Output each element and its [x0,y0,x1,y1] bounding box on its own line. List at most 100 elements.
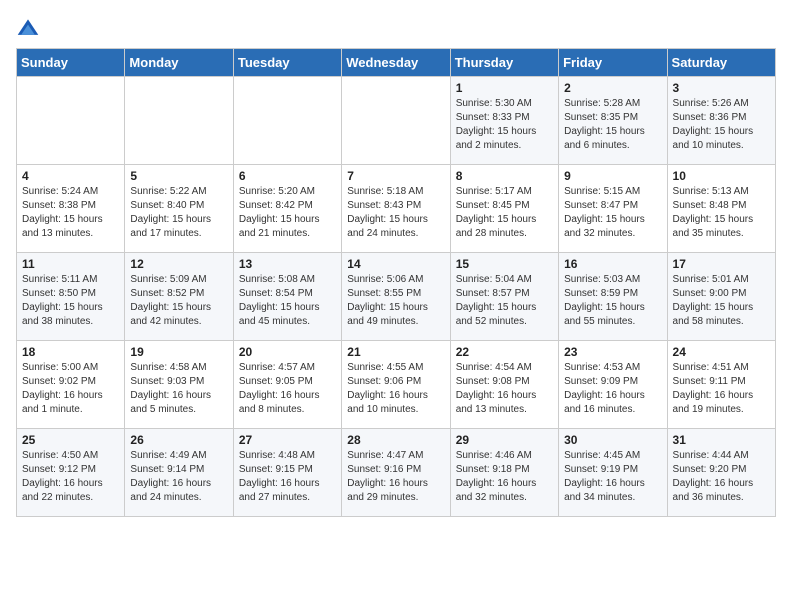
day-number: 23 [564,345,661,359]
day-number: 16 [564,257,661,271]
day-info: Sunrise: 4:57 AM Sunset: 9:05 PM Dayligh… [239,361,336,417]
calendar-cell: 14 Sunrise: 5:06 AM Sunset: 8:55 PM Dayli… [342,253,450,341]
day-info: Sunrise: 5:09 AM Sunset: 8:52 PM Dayligh… [130,273,227,329]
calendar-cell: 8Sunrise: 5:17 AM Sunset: 8:45 PM Daylig… [450,165,558,253]
calendar-cell: 23 Sunrise: 4:53 AM Sunset: 9:09 PM Dayli… [559,341,667,429]
weekday-header-saturday: Saturday [667,49,775,77]
weekday-header-monday: Monday [125,49,233,77]
day-number: 10 [673,169,770,183]
calendar-cell: 19 Sunrise: 4:58 AM Sunset: 9:03 PM Dayli… [125,341,233,429]
week-row-3: 11 Sunrise: 5:11 AM Sunset: 8:50 PM Dayli… [17,253,776,341]
week-row-2: 4 Sunrise: 5:24 AM Sunset: 8:38 PM Daylig… [17,165,776,253]
page-header [16,16,776,40]
calendar-cell: 24 Sunrise: 4:51 AM Sunset: 9:11 PM Dayli… [667,341,775,429]
calendar-cell: 5 Sunrise: 5:22 AM Sunset: 8:40 PM Daylig… [125,165,233,253]
day-info: Sunrise: 5:04 AM Sunset: 8:57 PM Dayligh… [456,273,553,329]
day-info: Sunrise: 5:03 AM Sunset: 8:59 PM Dayligh… [564,273,661,329]
day-info: Sunrise: 5:28 AM Sunset: 8:35 PM Dayligh… [564,97,661,153]
day-info: Sunrise: 5:22 AM Sunset: 8:40 PM Dayligh… [130,185,227,241]
calendar-cell: 11 Sunrise: 5:11 AM Sunset: 8:50 PM Dayli… [17,253,125,341]
calendar-cell: 4 Sunrise: 5:24 AM Sunset: 8:38 PM Daylig… [17,165,125,253]
day-info: Sunrise: 4:55 AM Sunset: 9:06 PM Dayligh… [347,361,444,417]
day-info: Sunrise: 5:06 AM Sunset: 8:55 PM Dayligh… [347,273,444,329]
calendar-cell: 28 Sunrise: 4:47 AM Sunset: 9:16 PM Dayli… [342,429,450,517]
calendar-cell [125,77,233,165]
day-info: Sunrise: 5:11 AM Sunset: 8:50 PM Dayligh… [22,273,119,329]
day-info: Sunrise: 4:45 AM Sunset: 9:19 PM Dayligh… [564,449,661,505]
calendar-cell: 25Sunrise: 4:50 AM Sunset: 9:12 PM Dayli… [17,429,125,517]
day-info: Sunrise: 4:51 AM Sunset: 9:11 PM Dayligh… [673,361,770,417]
day-number: 2 [564,81,661,95]
day-info: Sunrise: 4:49 AM Sunset: 9:14 PM Dayligh… [130,449,227,505]
logo-icon [16,16,40,40]
day-number: 4 [22,169,119,183]
calendar-cell: 6Sunrise: 5:20 AM Sunset: 8:42 PM Daylig… [233,165,341,253]
calendar-cell: 3Sunrise: 5:26 AM Sunset: 8:36 PM Daylig… [667,77,775,165]
day-number: 24 [673,345,770,359]
day-number: 11 [22,257,119,271]
calendar-cell: 27 Sunrise: 4:48 AM Sunset: 9:15 PM Dayli… [233,429,341,517]
calendar-cell: 17 Sunrise: 5:01 AM Sunset: 9:00 PM Dayli… [667,253,775,341]
calendar-cell: 10 Sunrise: 5:13 AM Sunset: 8:48 PM Dayli… [667,165,775,253]
day-number: 22 [456,345,553,359]
day-info: Sunrise: 4:48 AM Sunset: 9:15 PM Dayligh… [239,449,336,505]
day-number: 19 [130,345,227,359]
day-info: Sunrise: 5:00 AM Sunset: 9:02 PM Dayligh… [22,361,119,417]
day-number: 3 [673,81,770,95]
calendar-cell: 7 Sunrise: 5:18 AM Sunset: 8:43 PM Daylig… [342,165,450,253]
day-number: 8 [456,169,553,183]
calendar-cell [17,77,125,165]
day-number: 15 [456,257,553,271]
day-info: Sunrise: 5:30 AM Sunset: 8:33 PM Dayligh… [456,97,553,153]
day-number: 12 [130,257,227,271]
day-number: 28 [347,433,444,447]
day-number: 26 [130,433,227,447]
day-number: 17 [673,257,770,271]
weekday-header-wednesday: Wednesday [342,49,450,77]
day-number: 13 [239,257,336,271]
weekday-header-row: SundayMondayTuesdayWednesdayThursdayFrid… [17,49,776,77]
day-info: Sunrise: 5:01 AM Sunset: 9:00 PM Dayligh… [673,273,770,329]
day-number: 29 [456,433,553,447]
calendar-cell: 9Sunrise: 5:15 AM Sunset: 8:47 PM Daylig… [559,165,667,253]
day-number: 27 [239,433,336,447]
day-number: 20 [239,345,336,359]
day-info: Sunrise: 4:53 AM Sunset: 9:09 PM Dayligh… [564,361,661,417]
day-number: 7 [347,169,444,183]
day-info: Sunrise: 4:47 AM Sunset: 9:16 PM Dayligh… [347,449,444,505]
calendar-cell: 31Sunrise: 4:44 AM Sunset: 9:20 PM Dayli… [667,429,775,517]
weekday-header-sunday: Sunday [17,49,125,77]
calendar-cell: 12 Sunrise: 5:09 AM Sunset: 8:52 PM Dayli… [125,253,233,341]
day-number: 25 [22,433,119,447]
calendar-cell [342,77,450,165]
day-info: Sunrise: 5:15 AM Sunset: 8:47 PM Dayligh… [564,185,661,241]
day-info: Sunrise: 5:18 AM Sunset: 8:43 PM Dayligh… [347,185,444,241]
calendar-cell: 20 Sunrise: 4:57 AM Sunset: 9:05 PM Dayli… [233,341,341,429]
calendar-table: SundayMondayTuesdayWednesdayThursdayFrid… [16,48,776,517]
calendar-cell: 18 Sunrise: 5:00 AM Sunset: 9:02 PM Dayli… [17,341,125,429]
day-info: Sunrise: 5:24 AM Sunset: 8:38 PM Dayligh… [22,185,119,241]
day-info: Sunrise: 5:13 AM Sunset: 8:48 PM Dayligh… [673,185,770,241]
calendar-cell: 30 Sunrise: 4:45 AM Sunset: 9:19 PM Dayli… [559,429,667,517]
day-number: 30 [564,433,661,447]
weekday-header-friday: Friday [559,49,667,77]
calendar-cell: 29 Sunrise: 4:46 AM Sunset: 9:18 PM Dayli… [450,429,558,517]
day-info: Sunrise: 4:46 AM Sunset: 9:18 PM Dayligh… [456,449,553,505]
day-info: Sunrise: 4:54 AM Sunset: 9:08 PM Dayligh… [456,361,553,417]
day-info: Sunrise: 4:44 AM Sunset: 9:20 PM Dayligh… [673,449,770,505]
day-number: 14 [347,257,444,271]
weekday-header-thursday: Thursday [450,49,558,77]
calendar-cell: 16 Sunrise: 5:03 AM Sunset: 8:59 PM Dayli… [559,253,667,341]
calendar-cell: 1Sunrise: 5:30 AM Sunset: 8:33 PM Daylig… [450,77,558,165]
weekday-header-tuesday: Tuesday [233,49,341,77]
calendar-cell: 2 Sunrise: 5:28 AM Sunset: 8:35 PM Daylig… [559,77,667,165]
logo [16,16,44,40]
calendar-cell: 26 Sunrise: 4:49 AM Sunset: 9:14 PM Dayli… [125,429,233,517]
day-info: Sunrise: 4:58 AM Sunset: 9:03 PM Dayligh… [130,361,227,417]
calendar-cell: 13Sunrise: 5:08 AM Sunset: 8:54 PM Dayli… [233,253,341,341]
calendar-cell [233,77,341,165]
calendar-cell: 21Sunrise: 4:55 AM Sunset: 9:06 PM Dayli… [342,341,450,429]
day-number: 18 [22,345,119,359]
day-number: 6 [239,169,336,183]
day-number: 5 [130,169,227,183]
